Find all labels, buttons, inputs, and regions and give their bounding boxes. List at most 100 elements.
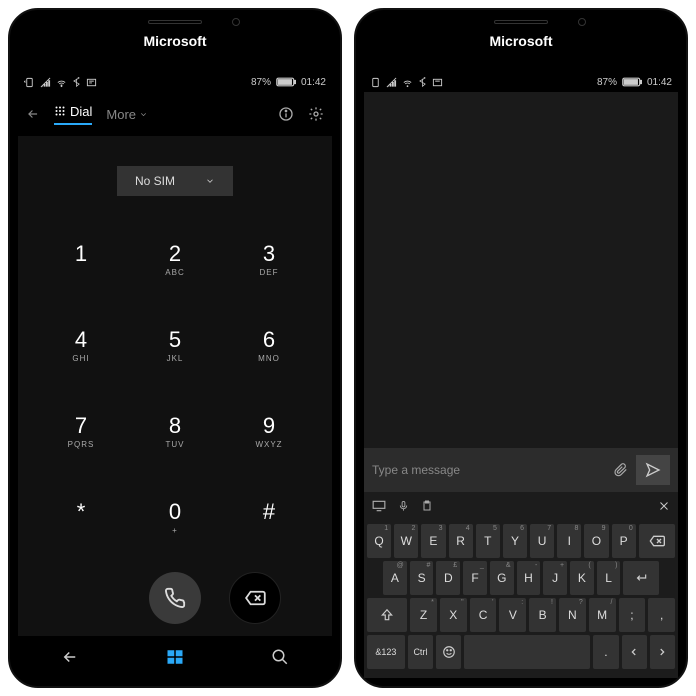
status-bar: 87% 01:42 (364, 72, 678, 92)
search-icon[interactable] (271, 648, 289, 666)
clipboard-icon[interactable] (421, 499, 433, 513)
dial-key-2[interactable]: 2ABC (128, 216, 222, 302)
dial-key-8[interactable]: 8TUV (128, 388, 222, 474)
period-key[interactable]: . (593, 635, 618, 669)
send-button[interactable] (636, 455, 670, 485)
dialpad: 12ABC3DEF 4GHI5JKL6MNO 7PQRS8TUV9WXYZ *0+# (18, 208, 332, 560)
dialer-body: No SIM 12ABC3DEF 4GHI5JKL6MNO 7PQRS8TUV9WX… (18, 136, 332, 636)
key-;[interactable]: ; (619, 598, 646, 632)
front-camera (232, 18, 240, 26)
phone-left: Microsoft 87% 01:42 Dial Mo (8, 8, 342, 688)
ctrl-key[interactable]: Ctrl (408, 635, 433, 669)
tab-dial[interactable]: Dial (54, 104, 92, 125)
backspace-button[interactable] (229, 572, 281, 624)
key-z[interactable]: *Z (410, 598, 437, 632)
key-h[interactable]: -H (517, 561, 541, 595)
backspace-key[interactable] (639, 524, 675, 558)
message-compose-bar: Type a message (364, 448, 678, 492)
dial-key-5[interactable]: 5JKL (128, 302, 222, 388)
attach-icon[interactable] (614, 461, 628, 479)
brand-label: Microsoft (144, 33, 207, 49)
dial-key-#[interactable]: # (222, 474, 316, 560)
key-k[interactable]: (K (570, 561, 594, 595)
key-m[interactable]: /M (589, 598, 616, 632)
key-v[interactable]: :V (499, 598, 526, 632)
keyboard-toolbar (364, 492, 678, 520)
message-input[interactable]: Type a message (372, 463, 606, 477)
rotation-lock-icon (24, 77, 35, 88)
keyboard-dock-icon[interactable] (372, 500, 386, 512)
info-icon[interactable] (278, 106, 294, 122)
windows-start-icon[interactable] (166, 648, 184, 666)
dial-key-*[interactable]: * (34, 474, 128, 560)
key-n[interactable]: ?N (559, 598, 586, 632)
key-x[interactable]: "X (440, 598, 467, 632)
key-b[interactable]: !B (529, 598, 556, 632)
backspace-icon (244, 590, 266, 606)
dial-key-1[interactable]: 1 (34, 216, 128, 302)
sim-label: No SIM (135, 174, 175, 188)
space-key[interactable] (464, 635, 590, 669)
key-e[interactable]: 3E (421, 524, 445, 558)
key-t[interactable]: 5T (476, 524, 500, 558)
nav-bar (18, 636, 332, 678)
notification-icon (432, 77, 443, 88)
key-o[interactable]: 9O (584, 524, 608, 558)
key-w[interactable]: 2W (394, 524, 418, 558)
enter-key[interactable] (623, 561, 659, 595)
call-button[interactable] (149, 572, 201, 624)
notification-icon (86, 77, 97, 88)
key-j[interactable]: +J (543, 561, 567, 595)
battery-percent: 87% (597, 77, 617, 88)
phone-right: Microsoft 87% 01:42 Type a message (354, 8, 688, 688)
shift-key[interactable] (367, 598, 407, 632)
message-thread[interactable] (364, 92, 678, 448)
cellular-icon (40, 77, 51, 88)
key-i[interactable]: 8I (557, 524, 581, 558)
dial-key-9[interactable]: 9WXYZ (222, 388, 316, 474)
symbols-key[interactable]: &123 (367, 635, 405, 669)
key-d[interactable]: £D (436, 561, 460, 595)
key-,[interactable]: , (648, 598, 675, 632)
sim-selector[interactable]: No SIM (117, 166, 233, 196)
status-bar: 87% 01:42 (18, 72, 332, 92)
dial-key-6[interactable]: 6MNO (222, 302, 316, 388)
close-keyboard-icon[interactable] (658, 500, 670, 512)
screen-right: 87% 01:42 Type a message 1Q2W3E4R5T6Y7U8… (364, 72, 678, 678)
dial-key-3[interactable]: 3DEF (222, 216, 316, 302)
cursor-left-key[interactable] (622, 635, 647, 669)
key-r[interactable]: 4R (449, 524, 473, 558)
bluetooth-icon (418, 77, 427, 88)
wifi-icon (402, 77, 413, 88)
bezel: Microsoft (10, 10, 340, 72)
dial-key-4[interactable]: 4GHI (34, 302, 128, 388)
dial-key-7[interactable]: 7PQRS (34, 388, 128, 474)
rotation-lock-icon (370, 77, 381, 88)
nav-back-icon[interactable] (61, 648, 79, 666)
key-u[interactable]: 7U (530, 524, 554, 558)
gear-icon[interactable] (308, 106, 324, 122)
key-l[interactable]: )L (597, 561, 621, 595)
key-g[interactable]: &G (490, 561, 514, 595)
key-f[interactable]: _F (463, 561, 487, 595)
enter-icon (633, 571, 649, 585)
phone-icon (164, 587, 186, 609)
dial-key-0[interactable]: 0+ (128, 474, 222, 560)
speaker-grille (494, 20, 548, 24)
back-icon[interactable] (26, 107, 40, 121)
cursor-right-key[interactable] (650, 635, 675, 669)
key-s[interactable]: #S (410, 561, 434, 595)
key-a[interactable]: @A (383, 561, 407, 595)
key-c[interactable]: 'C (470, 598, 497, 632)
key-y[interactable]: 6Y (503, 524, 527, 558)
key-p[interactable]: 0P (612, 524, 636, 558)
bluetooth-icon (72, 77, 81, 88)
battery-icon (622, 77, 642, 87)
tab-more[interactable]: More (106, 107, 148, 122)
mic-icon[interactable] (398, 499, 409, 513)
emoji-key[interactable] (436, 635, 461, 669)
key-q[interactable]: 1Q (367, 524, 391, 558)
app-bar: Dial More (18, 92, 332, 136)
wifi-icon (56, 77, 67, 88)
clock: 01:42 (301, 77, 326, 88)
